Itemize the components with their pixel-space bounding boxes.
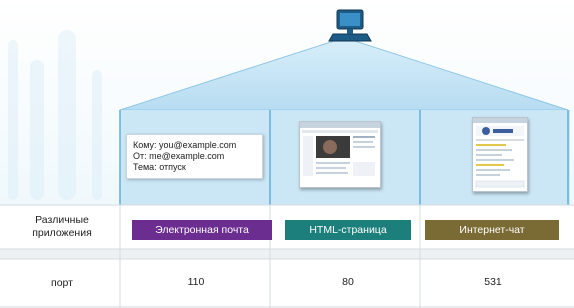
email-subject: Тема: отпуск [133,162,186,172]
internet-chat-app-badge: Интернет-чат [425,220,559,240]
email-app-badge: Электронная почта [132,220,272,240]
applications-row-label-line2: приложения [32,227,92,239]
chat-window-thumbnail [472,117,528,192]
email-port-value: 110 [187,276,205,288]
chat-port-value: 531 [484,276,502,288]
port-row-label: порт [51,277,73,289]
email-preview-card: Кому: you@example.com От: me@example.com… [126,134,263,179]
email-from: От: me@example.com [133,151,225,161]
application-ports-diagram: Кому: you@example.com От: me@example.com… [0,0,574,308]
html-port-value: 80 [342,276,354,288]
applications-row-label-line1: Различные [35,214,89,226]
applications-row-label: Различные приложения [14,214,110,240]
web-page-image [300,122,380,176]
html-page-app-badge: HTML-страница [285,220,411,240]
chat-window-image [473,118,527,188]
email-to: Кому: you@example.com [133,140,237,150]
row-gap-band [0,249,574,259]
web-page-thumbnail [299,121,381,188]
